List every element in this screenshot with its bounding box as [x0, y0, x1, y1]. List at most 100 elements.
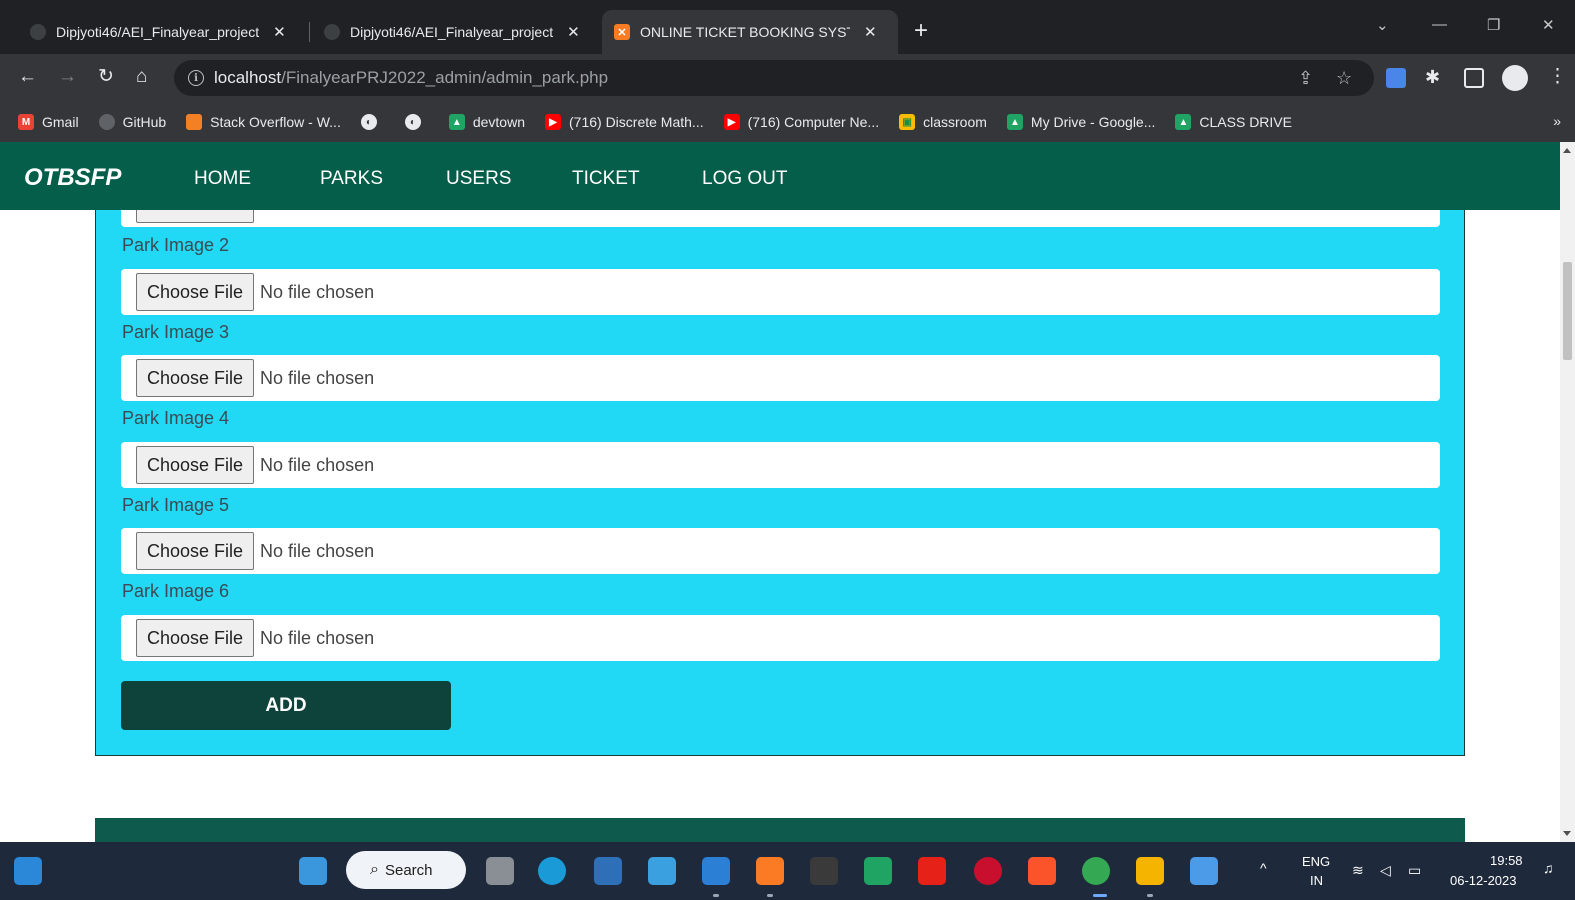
vscode-icon[interactable]	[702, 857, 730, 885]
taskbar-search[interactable]: ⌕ Search	[346, 851, 466, 889]
choose-file-button[interactable]: Choose File	[136, 532, 255, 570]
bookmark-discrete-math[interactable]: ▶ (716) Discrete Math...	[545, 114, 704, 130]
bookmark-stackoverflow[interactable]: Stack Overflow - W...	[186, 114, 341, 130]
park-image-5-file-input[interactable]: Choose File No file chosen	[121, 528, 1440, 574]
menu-kebab-icon[interactable]: ⋮	[1548, 66, 1567, 88]
brave-icon[interactable]	[1028, 857, 1056, 885]
chrome-running-indicator	[1093, 894, 1107, 897]
address-bar[interactable]: i localhost/FinalyearPRJ2022_admin/admin…	[174, 60, 1374, 96]
browser-tab-active[interactable]: ✕ ONLINE TICKET BOOKING SYSTEM ✕	[602, 10, 898, 54]
home-icon[interactable]: ⌂	[136, 66, 147, 88]
stackoverflow-icon	[186, 114, 203, 130]
park-image-6-file-input[interactable]: Choose File No file chosen	[121, 615, 1440, 661]
add-park-button[interactable]: ADD	[121, 681, 451, 730]
clock-date[interactable]: 06-12-2023	[1450, 873, 1517, 888]
back-icon[interactable]: ←	[18, 66, 37, 88]
tab-title: ONLINE TICKET BOOKING SYSTEM	[640, 24, 850, 40]
restore-icon[interactable]: ❐	[1487, 16, 1500, 34]
forward-icon[interactable]: →	[58, 66, 77, 88]
chrome-icon[interactable]	[1082, 857, 1110, 885]
github-icon	[30, 24, 46, 40]
nav-parks[interactable]: PARKS	[320, 168, 383, 190]
new-tab-button[interactable]: +	[914, 18, 928, 44]
desktop-app-icon[interactable]	[648, 857, 676, 885]
bookmark-label: classroom	[923, 114, 987, 130]
notifications-bell-icon[interactable]: ♫	[1543, 860, 1554, 876]
drive-icon: ▲	[448, 114, 465, 130]
park-image-3-file-input[interactable]: Choose File No file chosen	[121, 355, 1440, 401]
opera-icon[interactable]	[974, 857, 1002, 885]
window-close-icon[interactable]: ✕	[1542, 16, 1555, 34]
page-viewport: Choose File No file chosen Park Image 2 …	[0, 142, 1560, 842]
close-icon[interactable]: ✕	[864, 23, 877, 41]
edge-icon[interactable]	[538, 857, 566, 885]
file-status: No file chosen	[260, 540, 375, 561]
bookmark-label: My Drive - Google...	[1030, 114, 1156, 130]
tab-search-icon[interactable]: ⌄	[1376, 16, 1389, 34]
bookmark-label: GitHub	[122, 114, 167, 130]
wifi-icon[interactable]: ≋	[1352, 862, 1364, 879]
profile-avatar-icon[interactable]	[1502, 65, 1528, 91]
browser-tab-2[interactable]: Dipjyoti46/AEI_Finalyear_project ✕	[312, 10, 602, 54]
gmail-icon: M	[18, 114, 34, 130]
page-scrollbar[interactable]	[1560, 142, 1575, 842]
task-view-icon[interactable]	[486, 857, 514, 885]
extensions-puzzle-icon[interactable]: ✱	[1425, 66, 1440, 88]
search-icon: ⌕	[370, 861, 379, 878]
store-icon[interactable]	[594, 857, 622, 885]
globe-icon: ◐	[404, 114, 421, 130]
bookmark-devtown[interactable]: ▲ devtown	[448, 114, 525, 130]
bookmark-github[interactable]: GitHub	[98, 114, 167, 130]
nav-home[interactable]: HOME	[194, 168, 251, 190]
choose-file-button[interactable]: Choose File	[136, 446, 255, 484]
scrollbar-thumb[interactable]	[1563, 262, 1572, 360]
choose-file-button[interactable]: Choose File	[136, 619, 255, 657]
park-image-2-file-input[interactable]: Choose File No file chosen	[121, 269, 1440, 315]
bookmark-computer-networks[interactable]: ▶ (716) Computer Ne...	[723, 114, 880, 130]
close-icon[interactable]: ✕	[567, 23, 580, 41]
youtube-icon[interactable]	[918, 857, 946, 885]
bookmark-globe-1[interactable]: ◐	[360, 114, 385, 130]
xampp-icon[interactable]	[756, 857, 784, 885]
clock-time[interactable]: 19:58	[1490, 853, 1523, 868]
widgets-icon[interactable]	[14, 857, 42, 885]
park-image-4-file-input[interactable]: Choose File No file chosen	[121, 442, 1440, 488]
browser-tab-1[interactable]: Dipjyoti46/AEI_Finalyear_project ✕	[18, 10, 308, 54]
side-panel-icon[interactable]	[1464, 68, 1484, 88]
bookmark-class-drive[interactable]: ▲ CLASS DRIVE	[1175, 114, 1292, 130]
language-indicator-bottom[interactable]: IN	[1310, 873, 1323, 888]
park-image-5-label: Park Image 5	[122, 495, 230, 515]
start-windows-icon[interactable]	[299, 857, 327, 885]
nav-users[interactable]: USERS	[446, 168, 511, 190]
choose-file-button[interactable]: Choose File	[136, 273, 255, 311]
bookmark-label: (716) Computer Ne...	[747, 114, 880, 130]
battery-icon[interactable]: ▭	[1408, 862, 1421, 879]
share-icon[interactable]: ⇪	[1298, 68, 1313, 89]
vscode-running-indicator	[713, 894, 719, 897]
nav-ticket[interactable]: TICKET	[572, 168, 640, 190]
language-indicator-top[interactable]: ENG	[1302, 854, 1330, 869]
translate-extension-icon[interactable]	[1386, 68, 1406, 88]
taskbar-search-label: Search	[384, 861, 433, 879]
show-hidden-icons-icon[interactable]: ^	[1260, 860, 1267, 876]
reload-icon[interactable]: ↻	[98, 66, 114, 88]
play-games-icon[interactable]	[864, 857, 892, 885]
bookmark-gmail[interactable]: M Gmail	[18, 114, 79, 130]
bookmark-my-drive[interactable]: ▲ My Drive - Google...	[1006, 114, 1156, 130]
bookmark-star-icon[interactable]: ☆	[1336, 68, 1352, 89]
scroll-down-icon[interactable]	[1563, 831, 1571, 836]
file-explorer-icon[interactable]	[1136, 857, 1164, 885]
scroll-up-icon[interactable]	[1563, 148, 1571, 153]
close-icon[interactable]: ✕	[273, 23, 286, 41]
notepad-icon[interactable]	[1190, 857, 1218, 885]
more-bookmarks-icon[interactable]: »	[1553, 113, 1561, 129]
volume-icon[interactable]: ◁	[1380, 862, 1391, 879]
site-brand[interactable]: OTBSFP	[24, 164, 121, 192]
bookmark-globe-2[interactable]: ◐	[404, 114, 429, 130]
bookmark-classroom[interactable]: ▣ classroom	[899, 114, 987, 130]
sticky-notes-icon[interactable]	[810, 857, 838, 885]
minimize-icon[interactable]: —	[1432, 16, 1447, 33]
site-info-icon[interactable]: i	[188, 70, 204, 86]
nav-logout[interactable]: LOG OUT	[702, 168, 788, 190]
choose-file-button[interactable]: Choose File	[136, 359, 255, 397]
